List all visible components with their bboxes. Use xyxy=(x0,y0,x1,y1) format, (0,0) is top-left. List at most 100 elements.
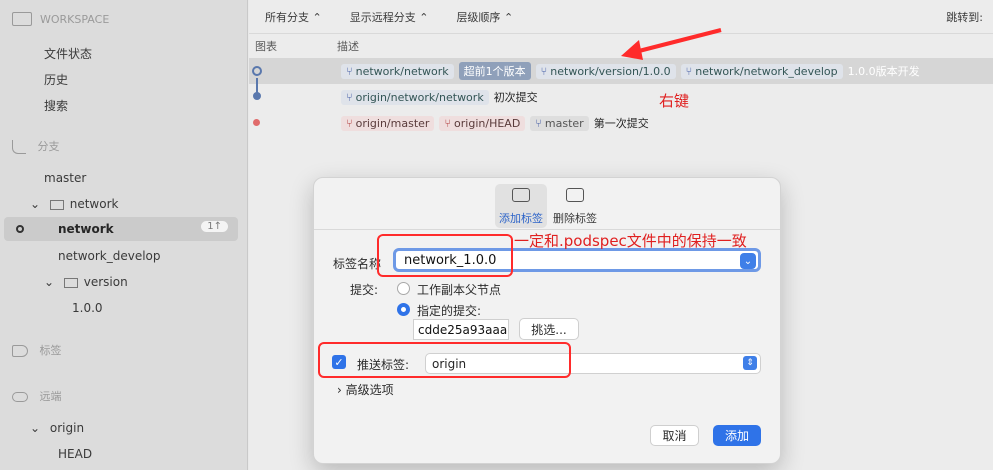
branch-icon: ⑂ xyxy=(346,90,353,104)
branch-tag-label: network/network xyxy=(355,64,449,78)
branch-tag-label: network/version/1.0.0 xyxy=(550,64,671,78)
commit-node-icon xyxy=(253,92,261,100)
chevron-down-icon[interactable]: ⌄ xyxy=(740,253,756,269)
choose-commit-button[interactable]: 挑选... xyxy=(519,318,579,340)
commit-hash-field[interactable]: cdde25a93aaa xyxy=(413,319,509,340)
branch-icon xyxy=(12,140,26,154)
graph-column-header: 图表 xyxy=(255,40,277,53)
tab-delete-tag-label: 删除标签 xyxy=(553,212,597,225)
tags-section-title: 标签 xyxy=(12,342,62,358)
annotation-box-tag-name xyxy=(377,234,513,277)
dialog-tabbar: 添加标签 删除标签 xyxy=(314,178,780,230)
folder-network-label: network xyxy=(69,197,119,211)
sidebar-item-history[interactable]: 历史 xyxy=(44,71,68,88)
all-branches-dropdown[interactable]: 所有分支 ⌃ xyxy=(265,9,322,25)
branch-master[interactable]: master xyxy=(44,171,86,185)
sidebar: WORKSPACE 文件状态 历史 搜索 分支 master ⌄ network… xyxy=(0,0,248,470)
desc-column-header: 描述 xyxy=(337,40,359,53)
branch-tag-label: network/network_develop xyxy=(695,64,838,78)
branch-tag: ⑂ origin/master xyxy=(341,115,435,131)
cancel-button[interactable]: 取消 xyxy=(650,425,699,446)
tag-name-label: 标签名称 xyxy=(333,257,382,271)
commit-row[interactable]: ⑂ origin/network/network 初次提交 xyxy=(249,78,993,110)
branch-tag-label: master xyxy=(544,116,584,130)
branches-title-label: 分支 xyxy=(37,140,60,153)
branch-tag-label: origin/master xyxy=(355,116,430,130)
branch-icon: ⑂ xyxy=(685,64,693,78)
updown-icon: ⌃ xyxy=(312,10,322,24)
chevron-down-icon: ⌄ xyxy=(44,275,55,289)
commit-node-icon xyxy=(253,119,260,126)
folder-icon xyxy=(63,277,78,288)
branch-network-label: network xyxy=(58,222,114,236)
branch-icon: ⑂ xyxy=(346,64,353,78)
show-remote-label: 显示远程分支 xyxy=(349,10,416,24)
all-branches-label: 所有分支 xyxy=(265,10,309,24)
ahead-label: 超前1个版本 xyxy=(458,62,531,80)
right-click-annotation: 右键 xyxy=(659,92,690,110)
annotation-box-push-tag xyxy=(318,342,571,378)
branch-tag: ⑂ network/network xyxy=(341,63,454,79)
branch-tag: ⑂ origin/HEAD xyxy=(439,115,526,131)
show-remote-dropdown[interactable]: 显示远程分支 ⌃ xyxy=(350,9,429,25)
annotation-arrow-icon xyxy=(621,28,722,60)
branch-tag: ⑂ origin/network/network xyxy=(341,89,489,105)
commit-message: 1.0.0版本开发 xyxy=(847,65,920,78)
advanced-options-toggle[interactable]: › 高级选项 xyxy=(337,381,394,398)
branches-section-title: 分支 xyxy=(12,138,60,154)
commit-row[interactable]: ⑂ origin/master ⑂ origin/HEAD ⑂ master 第一次提… xyxy=(249,110,993,136)
order-label: 层级顺序 xyxy=(456,10,501,24)
updown-icon: ⇕ xyxy=(743,356,757,370)
branch-network-active[interactable]: network 1↑ xyxy=(4,217,238,241)
branch-tag-label: origin/HEAD xyxy=(454,116,521,130)
commit-desc: ⑂ network/network 超前1个版本 ⑂ network/version… xyxy=(341,62,920,80)
ahead-badge: 1↑ xyxy=(201,221,228,232)
chevron-down-icon: ⌄ xyxy=(30,197,41,211)
workspace-header: WORKSPACE xyxy=(12,12,109,26)
radio-working-copy-label: 工作副本父节点 xyxy=(417,283,502,297)
branch-icon: ⑂ xyxy=(540,64,548,78)
branch-network-develop[interactable]: network_develop xyxy=(58,249,161,263)
monitor-icon xyxy=(12,12,32,26)
updown-icon: ⌃ xyxy=(419,10,429,24)
cloud-icon xyxy=(12,392,28,402)
remote-origin[interactable]: ⌄ origin xyxy=(30,421,84,435)
folder-version[interactable]: ⌄ version xyxy=(44,275,128,289)
commit-desc: ⑂ origin/network/network 初次提交 xyxy=(341,89,538,105)
folder-network[interactable]: ⌄ network xyxy=(30,197,118,211)
remote-head[interactable]: HEAD xyxy=(58,447,92,461)
commit-desc: ⑂ origin/master ⑂ origin/HEAD ⑂ master 第一次提… xyxy=(341,115,649,131)
tags-title-label: 标签 xyxy=(39,344,62,357)
folder-version-label: version xyxy=(83,275,128,289)
sidebar-item-file-status[interactable]: 文件状态 xyxy=(44,45,92,62)
branch-version-1-0-0[interactable]: 1.0.0 xyxy=(72,301,103,315)
remotes-section-title: 远端 xyxy=(12,388,62,404)
tag-add-icon xyxy=(512,188,530,202)
branch-tag-label: origin/network/network xyxy=(355,90,484,104)
consistency-annotation: 一定和.podspec文件中的保持一致 xyxy=(514,232,747,250)
branch-icon: ⑂ xyxy=(444,116,452,130)
tab-delete-tag[interactable]: 删除标签 xyxy=(549,184,601,226)
tab-add-tag-label: 添加标签 xyxy=(499,212,543,225)
current-branch-dot-icon xyxy=(16,225,24,233)
order-dropdown[interactable]: 层级顺序 ⌃ xyxy=(456,9,513,25)
jump-to[interactable]: 跳转到: xyxy=(946,9,983,25)
branch-icon: ⑂ xyxy=(346,116,353,130)
commit-message: 第一次提交 xyxy=(593,117,649,130)
radio-working-copy[interactable] xyxy=(397,282,410,295)
radio-specified-commit-label: 指定的提交: xyxy=(417,304,482,318)
advanced-options-label: 高级选项 xyxy=(345,383,394,397)
commit-label: 提交: xyxy=(350,283,379,297)
add-button[interactable]: 添加 xyxy=(713,425,761,446)
radio-specified-commit[interactable] xyxy=(397,303,410,316)
chevron-down-icon: ⌄ xyxy=(30,421,41,435)
tag-icon xyxy=(12,345,28,357)
branch-tag: ⑂ network/network_develop xyxy=(680,63,843,79)
commit-message: 初次提交 xyxy=(493,91,538,104)
chevron-right-icon: › xyxy=(337,383,342,397)
workspace-title: WORKSPACE xyxy=(40,12,110,26)
sidebar-item-search[interactable]: 搜索 xyxy=(44,97,68,114)
commit-node-icon xyxy=(252,66,262,76)
remotes-title-label: 远端 xyxy=(39,390,62,403)
tab-add-tag[interactable]: 添加标签 xyxy=(495,184,547,228)
